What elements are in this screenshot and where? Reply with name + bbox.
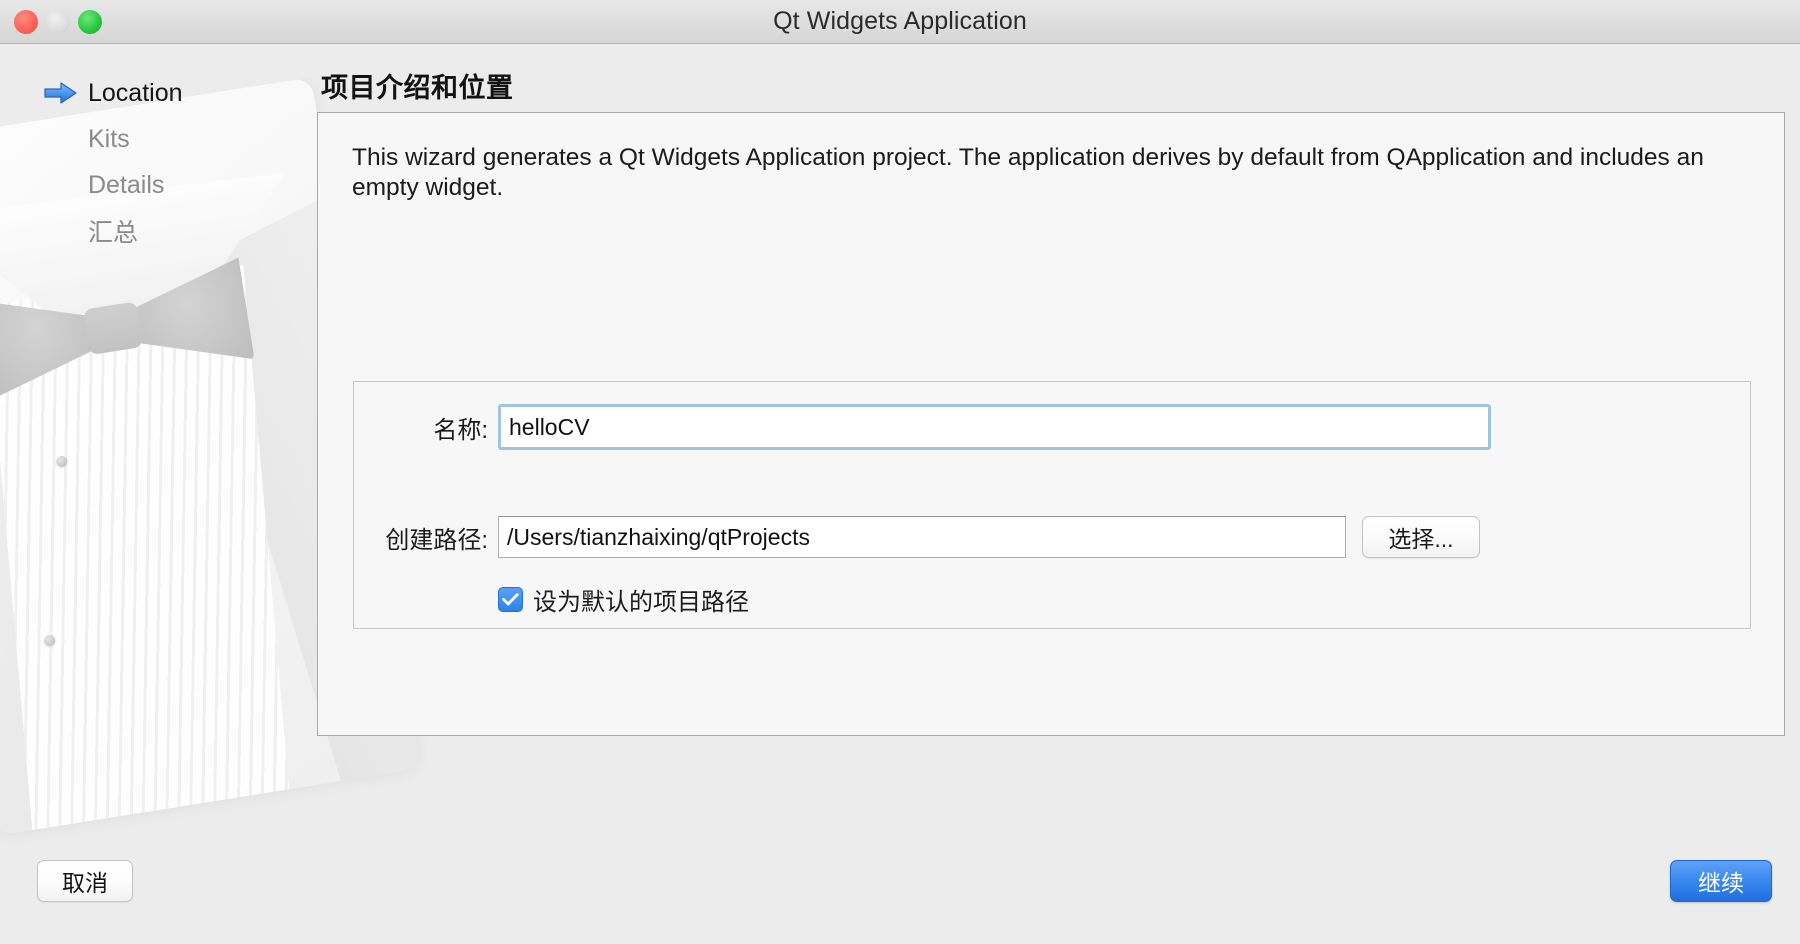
project-path-label: 创建路径: — [385, 526, 488, 554]
default-path-checkbox-label: 设为默认的项目路径 — [533, 589, 749, 616]
sidebar-item-label: Details — [88, 170, 165, 199]
default-path-row: 设为默认的项目路径 — [354, 582, 1750, 617]
traffic-light-group — [14, 0, 102, 44]
bow-tie-icon — [0, 251, 258, 422]
page-title: 项目介绍和位置 — [321, 73, 514, 103]
zoom-window-button[interactable] — [78, 10, 102, 34]
minimize-window-button[interactable] — [46, 10, 70, 34]
wizard-step-sidebar: Location Kits Details 汇总 — [0, 44, 316, 254]
wizard-main-panel: 项目介绍和位置 This wizard generates a Qt Widge… — [316, 44, 1800, 944]
default-path-checkbox-group[interactable]: 设为默认的项目路径 — [498, 582, 749, 617]
checkmark-icon — [502, 593, 519, 606]
project-location-groupbox: 名称: 创建路径: 选择... — [353, 381, 1751, 629]
sidebar-item-label: Kits — [88, 124, 130, 153]
sidebar-item-kits[interactable]: Kits — [0, 116, 316, 162]
sidebar-item-label: Location — [88, 78, 183, 107]
close-window-button[interactable] — [14, 10, 38, 34]
blue-arrow-icon — [44, 80, 78, 106]
sidebar-item-details[interactable]: Details — [0, 162, 316, 208]
window-title: Qt Widgets Application — [773, 7, 1027, 35]
default-path-checkbox[interactable] — [498, 587, 523, 612]
wizard-footer: 取消 继续 — [0, 832, 1800, 944]
wizard-content-box: This wizard generates a Qt Widgets Appli… — [317, 112, 1785, 736]
project-name-row: 名称: — [354, 404, 1750, 450]
window-titlebar: Qt Widgets Application — [0, 0, 1800, 44]
window-body: Location Kits Details 汇总 项目介绍和位置 This wi… — [0, 44, 1800, 944]
wizard-description-text: This wizard generates a Qt Widgets Appli… — [352, 144, 1704, 201]
choose-path-button[interactable]: 选择... — [1362, 516, 1480, 558]
project-name-input[interactable] — [498, 404, 1491, 450]
qt-wizard-window: Qt Widgets Application Location Kits Det… — [0, 0, 1800, 944]
cancel-button[interactable]: 取消 — [37, 860, 133, 902]
project-path-row: 创建路径: 选择... — [354, 516, 1750, 558]
project-path-input[interactable] — [498, 516, 1346, 558]
sidebar-item-summary[interactable]: 汇总 — [0, 208, 316, 254]
continue-button[interactable]: 继续 — [1670, 860, 1772, 902]
sidebar-item-label: 汇总 — [88, 219, 139, 247]
project-name-label: 名称: — [433, 416, 488, 444]
sidebar-item-location[interactable]: Location — [0, 70, 316, 116]
